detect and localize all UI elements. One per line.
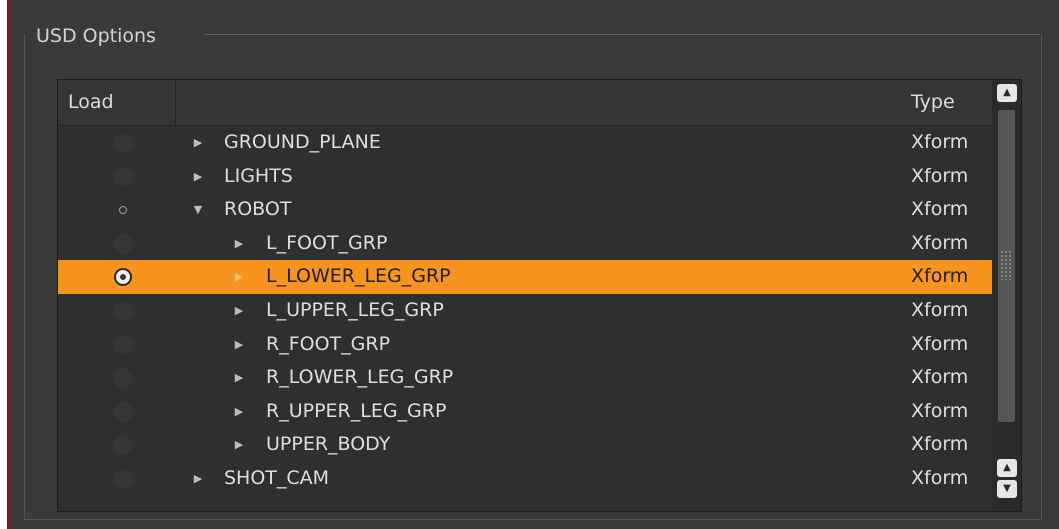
tree-row-l-foot-grp[interactable]: ▶ L_FOOT_GRP Xform [58, 227, 992, 261]
caret-right-icon[interactable]: ▶ [232, 361, 246, 395]
prim-name: LIGHTS [224, 164, 293, 187]
prim-type: Xform [911, 265, 969, 288]
load-radio[interactable] [113, 233, 133, 254]
tree-row-l-lower-leg-grp[interactable]: ▶ L_LOWER_LEG_GRP Xform [58, 260, 992, 294]
caret-right-icon[interactable]: ▶ [232, 428, 246, 462]
prim-name: UPPER_BODY [266, 433, 391, 456]
load-radio[interactable] [113, 300, 133, 321]
prim-type: Xform [911, 131, 969, 153]
prim-name: GROUND_PLANE [224, 131, 381, 153]
column-header-type[interactable]: Type [906, 80, 992, 125]
prim-name: L_LOWER_LEG_GRP [266, 265, 451, 288]
prim-type: Xform [911, 366, 969, 389]
prim-name: R_LOWER_LEG_GRP [266, 366, 454, 389]
tree-row-ground-plane[interactable]: ▶ GROUND_PLANE Xform [58, 126, 992, 160]
load-radio[interactable] [113, 368, 133, 389]
prim-type: Xform [911, 466, 969, 489]
prim-type: Xform [911, 198, 969, 221]
prim-name: L_UPPER_LEG_GRP [266, 298, 444, 321]
load-radio[interactable] [113, 166, 133, 187]
tree-row-r-upper-leg-grp[interactable]: ▶ R_UPPER_LEG_GRP Xform [58, 395, 992, 429]
tree-row-upper-body[interactable]: ▶ UPPER_BODY Xform [58, 428, 992, 462]
tree-row-robot[interactable]: ▼ ROBOT Xform [58, 193, 992, 227]
prim-type: Xform [911, 433, 969, 456]
prim-type: Xform [911, 298, 969, 321]
caret-right-icon[interactable]: ▶ [232, 328, 246, 362]
prim-type: Xform [911, 399, 969, 422]
prim-name: R_UPPER_LEG_GRP [266, 399, 447, 422]
prim-name: ROBOT [224, 198, 292, 221]
caret-right-icon[interactable]: ▶ [232, 395, 246, 429]
caret-right-icon[interactable]: ▶ [232, 294, 246, 328]
vertical-scrollbar[interactable]: ▲ ▲ ▼ [992, 80, 1021, 511]
column-header-load[interactable]: Load [58, 80, 176, 125]
scroll-down-arrow-icon[interactable]: ▼ [997, 480, 1017, 498]
prim-type: Xform [911, 164, 969, 187]
scrollbar-thumb[interactable] [998, 110, 1015, 422]
caret-down-icon[interactable]: ▼ [191, 193, 205, 227]
caret-right-icon[interactable]: ▶ [232, 260, 246, 294]
load-radio-partial[interactable] [117, 204, 129, 216]
caret-right-icon[interactable]: ▶ [191, 160, 205, 194]
load-radio[interactable] [113, 334, 133, 355]
panel-accent-edge [7, 0, 11, 529]
load-radio[interactable] [113, 435, 133, 456]
load-radio-checked[interactable] [114, 268, 132, 287]
prim-name: L_FOOT_GRP [266, 231, 388, 254]
load-radio[interactable] [113, 133, 133, 153]
caret-right-icon[interactable]: ▶ [191, 462, 205, 496]
scroll-up-arrow-icon[interactable]: ▲ [997, 459, 1017, 477]
load-radio[interactable] [113, 468, 133, 489]
usd-tree-view[interactable]: Load Type ▶ GROUND_PLANE Xform ▶ LIGHTS … [57, 79, 1022, 512]
caret-right-icon[interactable]: ▶ [191, 126, 205, 160]
prim-type: Xform [911, 332, 969, 355]
tree-header: Load Type [58, 80, 992, 126]
prim-type: Xform [911, 231, 969, 254]
tree-row-r-foot-grp[interactable]: ▶ R_FOOT_GRP Xform [58, 328, 992, 362]
tree-row-l-upper-leg-grp[interactable]: ▶ L_UPPER_LEG_GRP Xform [58, 294, 992, 328]
tree-row-lights[interactable]: ▶ LIGHTS Xform [58, 160, 992, 194]
scroll-up-arrow-icon[interactable]: ▲ [997, 84, 1017, 102]
tree-row-r-lower-leg-grp[interactable]: ▶ R_LOWER_LEG_GRP Xform [58, 361, 992, 395]
tree-row-shot-cam[interactable]: ▶ SHOT_CAM Xform [58, 462, 992, 496]
grip-icon [1000, 250, 1013, 280]
tree-rows: ▶ GROUND_PLANE Xform ▶ LIGHTS Xform ▼ RO… [58, 126, 992, 496]
load-radio[interactable] [113, 401, 133, 422]
prim-name: R_FOOT_GRP [266, 332, 391, 355]
caret-right-icon[interactable]: ▶ [232, 227, 246, 261]
prim-name: SHOT_CAM [224, 466, 330, 489]
